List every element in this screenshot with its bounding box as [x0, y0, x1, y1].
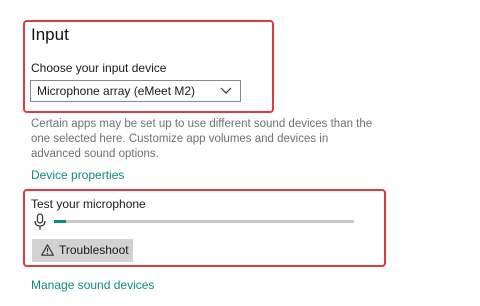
input-device-selected-value: Microphone array (eMeet M2): [37, 84, 196, 98]
microphone-level-meter: [54, 220, 354, 223]
troubleshoot-button[interactable]: Troubleshoot: [32, 239, 133, 262]
warning-icon: [41, 244, 54, 256]
troubleshoot-button-label: Troubleshoot: [59, 243, 129, 257]
choose-input-device-label: Choose your input device: [31, 61, 167, 75]
microphone-icon: [34, 213, 46, 230]
input-section-title: Input: [31, 25, 69, 44]
device-properties-link[interactable]: Device properties: [31, 168, 124, 182]
input-description: Certain apps may be set up to use differ…: [31, 118, 373, 160]
test-microphone-label: Test your microphone: [31, 197, 146, 211]
manage-sound-devices-link[interactable]: Manage sound devices: [31, 278, 154, 292]
chevron-down-icon: [220, 87, 232, 94]
microphone-level-fill: [54, 220, 66, 223]
input-device-dropdown[interactable]: Microphone array (eMeet M2): [30, 80, 241, 102]
